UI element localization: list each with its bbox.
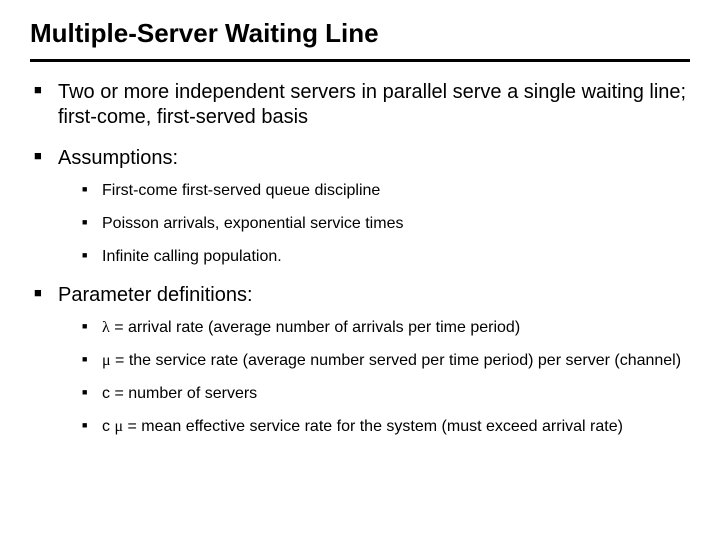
bullet-item: Two or more independent servers in paral… — [34, 80, 690, 130]
sub-bullet-list: First-come first-served queue discipline… — [58, 181, 690, 267]
slide-title: Multiple-Server Waiting Line — [30, 18, 690, 49]
sub-bullet-item: c = number of servers — [82, 384, 690, 405]
title-rule — [30, 59, 690, 62]
sub-bullet-text: First-come first-served queue discipline — [102, 182, 380, 199]
mu-symbol: μ — [102, 352, 111, 369]
lambda-symbol: λ — [102, 319, 110, 336]
sub-bullet-item: Poisson arrivals, exponential service ti… — [82, 214, 690, 235]
sub-bullet-text: = arrival rate (average number of arriva… — [110, 319, 520, 336]
sub-bullet-text: c — [102, 418, 114, 435]
sub-bullet-item: c μ = mean effective service rate for th… — [82, 417, 690, 438]
sub-bullet-item: First-come first-served queue discipline — [82, 181, 690, 202]
bullet-item: Assumptions: First-come first-served que… — [34, 146, 690, 267]
sub-bullet-text: Infinite calling population. — [102, 248, 282, 265]
sub-bullet-text: c = number of servers — [102, 385, 257, 402]
bullet-text: Assumptions: — [58, 147, 178, 169]
sub-bullet-text: = the service rate (average number serve… — [111, 352, 681, 369]
slide: Multiple-Server Waiting Line Two or more… — [0, 0, 720, 540]
sub-bullet-list: λ = arrival rate (average number of arri… — [58, 318, 690, 437]
mu-symbol: μ — [114, 418, 123, 435]
sub-bullet-item: μ = the service rate (average number ser… — [82, 351, 690, 372]
bullet-list: Two or more independent servers in paral… — [30, 80, 690, 438]
sub-bullet-item: λ = arrival rate (average number of arri… — [82, 318, 690, 339]
sub-bullet-text: Poisson arrivals, exponential service ti… — [102, 215, 403, 232]
bullet-text: Two or more independent servers in paral… — [58, 81, 686, 128]
sub-bullet-item: Infinite calling population. — [82, 247, 690, 268]
sub-bullet-text: = mean effective service rate for the sy… — [123, 418, 623, 435]
bullet-item: Parameter definitions: λ = arrival rate … — [34, 283, 690, 437]
bullet-text: Parameter definitions: — [58, 284, 253, 306]
